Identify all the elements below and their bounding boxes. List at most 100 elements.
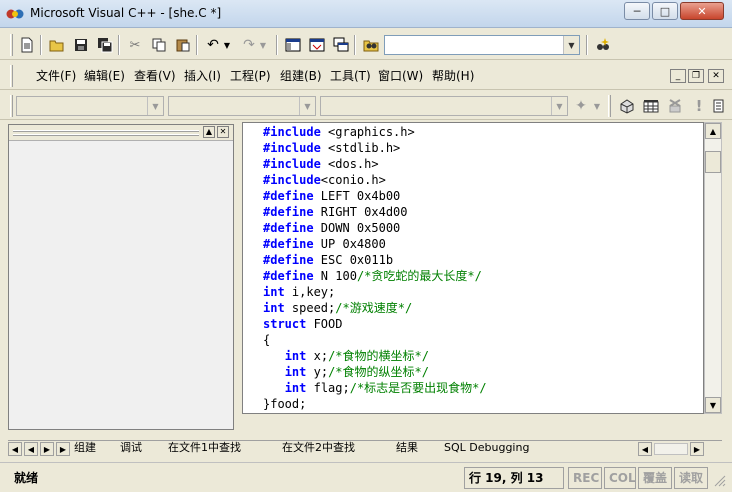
open-folder-icon[interactable] (46, 34, 68, 56)
code-line: int i,key; (263, 284, 335, 300)
panel-maximize-icon[interactable]: ▲ (203, 126, 215, 138)
standard-toolbar: ✂ ↶ ▼ ↷ ▼ ▼ (0, 30, 732, 60)
code-comment: /*食物的纵坐标*/ (328, 365, 429, 379)
stop-build-icon[interactable] (664, 95, 686, 117)
hscroll-left-icon[interactable]: ◀ (638, 442, 652, 456)
code-keyword: int (284, 381, 307, 395)
window-list-icon[interactable] (330, 34, 352, 56)
panel-grip[interactable] (13, 130, 199, 132)
scroll-up-icon[interactable]: ▲ (705, 123, 721, 139)
tab-find1[interactable]: 在文件1中查找 (168, 441, 241, 457)
menu-bar: 文件(F) 编辑(E) 查看(V) 插入(I) 工程(P) 组建(B) 工具(T… (0, 62, 732, 90)
code-line: #define LEFT 0x4b00 (263, 188, 400, 204)
code-text: y; (306, 365, 329, 379)
chevron-down-icon[interactable]: ▼ (563, 36, 579, 54)
code-keyword: struct (263, 317, 307, 331)
window-title: Microsoft Visual C++ - [she.C *] (30, 6, 222, 20)
menu-items: 文件(F) 编辑(E) 查看(V) 插入(I) 工程(P) 组建(B) 工具(T… (18, 65, 618, 87)
copy-icon[interactable] (148, 34, 170, 56)
tab-last-icon[interactable]: ▶ (56, 442, 70, 456)
toolbar-grip[interactable] (10, 34, 13, 56)
chevron-down-icon[interactable]: ▼ (299, 97, 315, 115)
hscroll-right-icon[interactable]: ▶ (690, 442, 704, 456)
tab-next-icon[interactable]: ▶ (40, 442, 54, 456)
find-in-files-icon[interactable] (360, 34, 382, 56)
menu-project[interactable]: 工程(P) (226, 65, 275, 87)
panel-close-icon[interactable]: ✕ (217, 126, 229, 138)
tab-results[interactable]: 结果 (396, 441, 418, 457)
code-comment: /*标志是否要出现食物*/ (349, 381, 487, 395)
filter-combo[interactable]: ▼ (168, 96, 316, 116)
search-icon[interactable] (592, 34, 614, 56)
menu-edit[interactable]: 编辑(E) (80, 65, 129, 87)
code-keyword: #define (263, 253, 314, 267)
tab-debug[interactable]: 调试 (120, 441, 142, 457)
mdi-minimize-button[interactable]: _ (670, 69, 686, 83)
mdi-close-button[interactable]: ✕ (708, 69, 724, 83)
undo-dropdown-icon[interactable]: ▼ (220, 34, 234, 56)
code-keyword: #include (263, 141, 321, 155)
toolbar-grip[interactable] (10, 95, 13, 117)
menu-help[interactable]: 帮助(H) (428, 65, 478, 87)
code-keyword: int (263, 285, 285, 299)
tab-first-icon[interactable]: ◀ (8, 442, 22, 456)
tab-find2[interactable]: 在文件2中查找 (282, 441, 355, 457)
workspace-icon[interactable] (282, 34, 304, 56)
panel-grip[interactable] (13, 134, 199, 136)
wizard-icon[interactable]: ✦ (570, 95, 592, 117)
scroll-thumb[interactable] (705, 151, 721, 173)
paste-icon[interactable] (172, 34, 194, 56)
status-message: 就绪 (14, 471, 39, 485)
code-text: <graphics.h> (320, 125, 415, 139)
code-keyword: #define (263, 237, 314, 251)
wizard-dropdown-icon[interactable]: ▼ (590, 95, 604, 117)
chevron-down-icon[interactable]: ▼ (551, 97, 567, 115)
code-line: #define N 100/*贪吃蛇的最大长度*/ (263, 268, 482, 284)
toolbar-grip[interactable] (608, 95, 611, 117)
scroll-down-icon[interactable]: ▼ (705, 397, 721, 413)
code-line: int y;/*食物的纵坐标*/ (263, 364, 429, 380)
compile-icon[interactable] (616, 95, 638, 117)
save-icon[interactable] (70, 34, 92, 56)
hscroll-track[interactable] (654, 443, 688, 455)
save-all-icon[interactable] (94, 34, 116, 56)
tab-prev-icon[interactable]: ◀ (24, 442, 38, 456)
code-keyword: #define (263, 269, 314, 283)
find-combo[interactable]: ▼ (384, 35, 580, 55)
status-readonly: 读取 (674, 467, 708, 489)
menu-window[interactable]: 窗口(W) (374, 65, 427, 87)
class-combo[interactable]: ▼ (16, 96, 164, 116)
panel-splitter[interactable] (234, 124, 242, 430)
members-combo[interactable]: ▼ (320, 96, 568, 116)
editor-vertical-scrollbar[interactable]: ▲ ▼ (704, 122, 722, 414)
toolbar-separator (40, 35, 42, 55)
tab-sql-debugging[interactable]: SQL Debugging (444, 441, 529, 457)
maximize-button[interactable]: □ (652, 2, 678, 20)
redo-dropdown-icon[interactable]: ▼ (256, 34, 270, 56)
menu-grip[interactable] (10, 65, 13, 87)
execute-icon[interactable]: ! (688, 95, 710, 117)
minimize-button[interactable]: ─ (624, 2, 650, 20)
menu-build[interactable]: 组建(B) (276, 65, 326, 87)
menu-tools[interactable]: 工具(T) (326, 65, 375, 87)
cut-icon[interactable]: ✂ (124, 34, 146, 56)
title-bar: Microsoft Visual C++ - [she.C *] ─ □ ✕ (0, 0, 732, 28)
output-icon[interactable] (306, 34, 328, 56)
code-keyword: #include (263, 157, 321, 171)
code-comment: /*食物的横坐标*/ (328, 349, 429, 363)
build-icon[interactable] (640, 95, 662, 117)
resize-grip-icon[interactable] (712, 473, 726, 487)
code-editor[interactable]: #include <graphics.h> #include <stdlib.h>… (242, 122, 704, 414)
tab-build[interactable]: 组建 (74, 441, 96, 457)
chevron-down-icon[interactable]: ▼ (147, 97, 163, 115)
workspace-panel-header: ▲ ✕ (9, 125, 233, 141)
menu-insert[interactable]: 插入(I) (180, 65, 225, 87)
menu-view[interactable]: 查看(V) (130, 65, 180, 87)
status-bar: 就绪 行 19, 列 13 REC COL 覆盖 读取 (0, 462, 732, 492)
close-button[interactable]: ✕ (680, 2, 724, 20)
new-text-file-icon[interactable] (16, 34, 38, 56)
mdi-restore-button[interactable]: ❐ (688, 69, 704, 83)
breakpoint-icon[interactable] (708, 95, 730, 117)
menu-file[interactable]: 文件(F) (32, 65, 80, 87)
code-line: }food; (263, 396, 306, 412)
